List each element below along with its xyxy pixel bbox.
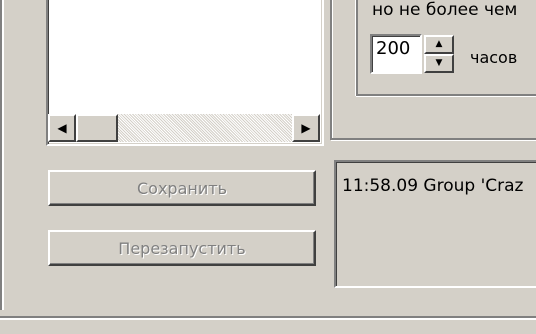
spin-up-button[interactable]: ▲ — [424, 35, 454, 54]
hours-input[interactable]: 200 — [370, 34, 422, 74]
scroll-right-button[interactable]: ▶ — [292, 114, 320, 142]
restart-button[interactable]: Перезапустить — [48, 230, 316, 266]
arrow-left-icon: ◀ — [57, 121, 67, 135]
horizontal-scrollbar[interactable]: ◀ ▶ — [48, 114, 320, 142]
frame-bottom-highlight — [0, 318, 536, 320]
arrow-down-icon: ▼ — [435, 58, 443, 68]
hours-unit-label: часов — [470, 48, 518, 67]
limit-hint-label: но не более чем — [372, 0, 518, 20]
frame-edge-highlight — [2, 0, 4, 310]
spin-down-button[interactable]: ▼ — [424, 54, 454, 73]
save-button[interactable]: Сохранить — [48, 170, 316, 206]
scroll-left-button[interactable]: ◀ — [48, 114, 76, 142]
log-output[interactable]: 11:58.09 Group 'Craz — [334, 160, 536, 288]
log-line: 11:58.09 Group 'Craz — [342, 176, 524, 196]
arrow-up-icon: ▲ — [435, 39, 443, 49]
scroll-thumb[interactable] — [76, 114, 118, 142]
arrow-right-icon: ▶ — [301, 121, 311, 135]
